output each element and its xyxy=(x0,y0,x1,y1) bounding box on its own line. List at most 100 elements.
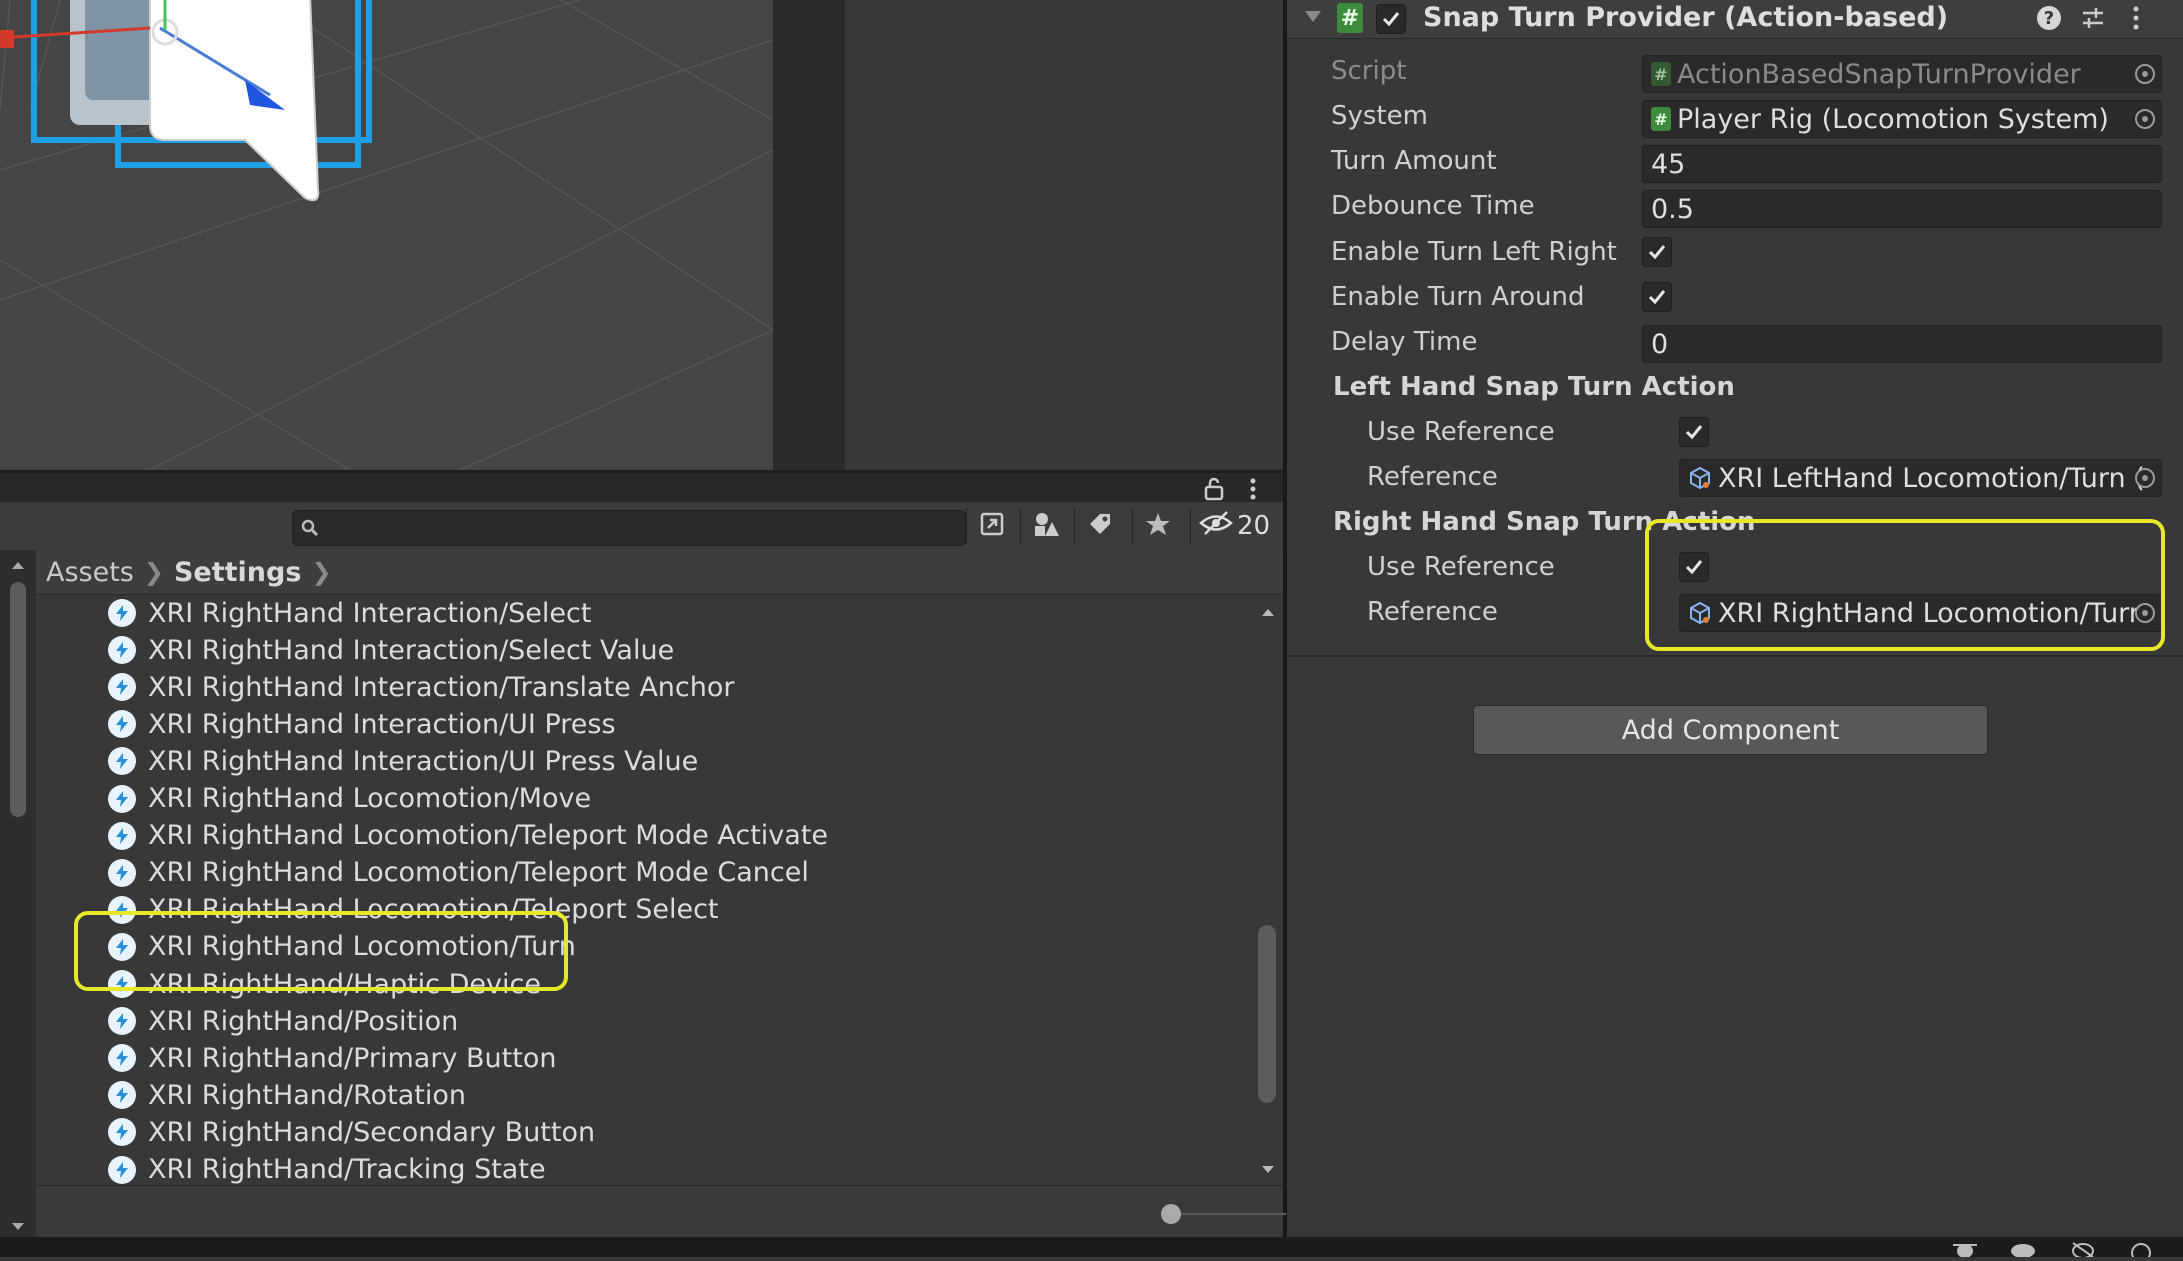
help-icon[interactable]: ? xyxy=(2037,6,2061,30)
search-icon xyxy=(301,519,319,541)
list-item[interactable]: XRI RightHand/Position xyxy=(108,1003,458,1039)
input-action-icon xyxy=(108,1007,136,1036)
list-item[interactable]: XRI RightHand Locomotion/Teleport Mode A… xyxy=(108,818,828,854)
system-field[interactable]: # Player Rig (Locomotion System) xyxy=(1642,100,2162,138)
checkmark-icon xyxy=(1382,12,1400,27)
list-item[interactable]: XRI RightHand Locomotion/Move xyxy=(108,781,591,817)
list-item-label: XRI RightHand Interaction/Translate Anch… xyxy=(148,671,735,703)
hidden-packages-toggle[interactable]: 20 xyxy=(1190,508,1282,544)
chevron-right-icon[interactable]: ❯ xyxy=(311,558,331,586)
list-item[interactable]: XRI RightHand/Tracking State xyxy=(108,1152,546,1185)
chevron-right-icon: ❯ xyxy=(143,558,164,586)
right-hand-section-label[interactable]: Right Hand Snap Turn Action xyxy=(1333,507,1755,537)
left-hand-section-label[interactable]: Left Hand Snap Turn Action xyxy=(1333,372,1735,402)
input-action-icon xyxy=(108,895,136,924)
list-item-label: XRI RightHand Locomotion/Teleport Select xyxy=(148,894,719,926)
list-item-label: XRI RightHand/Secondary Button xyxy=(148,1116,596,1148)
search-by-type-button[interactable] xyxy=(966,508,1017,544)
component-header[interactable]: # Snap Turn Provider (Action-based) ? xyxy=(1287,0,2183,39)
object-picker-icon[interactable] xyxy=(2135,109,2155,129)
script-hash-icon: # xyxy=(1651,107,1671,131)
input-action-icon xyxy=(108,1118,136,1147)
list-item[interactable]: XRI RightHand Interaction/Select xyxy=(108,595,591,631)
list-item-label: XRI RightHand Interaction/UI Press Value xyxy=(148,745,699,777)
folder-tree-scrollbar[interactable] xyxy=(0,550,36,1237)
foldout-arrow-icon[interactable] xyxy=(1303,8,1323,28)
breadcrumb-assets[interactable]: Assets xyxy=(46,557,134,588)
list-item[interactable]: XRI RightHand Interaction/Translate Anch… xyxy=(108,669,735,705)
list-item-label: XRI RightHand/Primary Button xyxy=(148,1042,557,1074)
list-item-label: XRI RightHand Locomotion/Turn xyxy=(148,931,576,963)
turn-amount-value: 45 xyxy=(1651,148,1686,180)
list-item-label: XRI RightHand/Haptic Device xyxy=(148,968,541,1000)
breadcrumb: Assets ❯ Settings ❯ xyxy=(36,550,1283,595)
favorites-button[interactable] xyxy=(1132,508,1183,544)
input-action-icon xyxy=(108,821,136,850)
icon-size-slider[interactable] xyxy=(1161,1204,1286,1224)
left-reference-field[interactable]: XRI LeftHand Locomotion/Turn ( xyxy=(1679,459,2162,497)
object-picker-icon[interactable] xyxy=(2135,603,2155,623)
list-item[interactable]: XRI RightHand/Haptic Device xyxy=(108,966,541,1002)
delay-time-field[interactable]: 0 xyxy=(1642,325,2162,363)
script-value: ActionBasedSnapTurnProvider xyxy=(1677,58,2081,90)
debounce-time-field[interactable]: 0.5 xyxy=(1642,190,2162,228)
component-enabled-checkbox[interactable] xyxy=(1376,4,1406,34)
search-field[interactable] xyxy=(292,510,966,546)
list-item[interactable]: XRI RightHand Locomotion/Turn xyxy=(108,929,576,965)
debounce-time-value: 0.5 xyxy=(1651,193,1694,225)
list-item[interactable]: XRI RightHand Locomotion/Teleport Mode C… xyxy=(108,855,809,891)
list-item[interactable]: XRI RightHand Interaction/UI Press xyxy=(108,706,616,742)
scroll-down-arrow-icon[interactable] xyxy=(1260,1161,1276,1180)
scene-view[interactable] xyxy=(0,0,773,470)
more-options-icon[interactable] xyxy=(2131,5,2141,35)
list-item-label: XRI RightHand Interaction/Select Value xyxy=(148,634,675,666)
enable-turn-around-checkbox[interactable] xyxy=(1642,282,1672,312)
enable-turn-left-right-checkbox[interactable] xyxy=(1642,237,1672,267)
list-item-label: XRI RightHand Locomotion/Teleport Mode A… xyxy=(148,820,829,852)
activity-icon[interactable] xyxy=(2126,1239,2156,1261)
search-input[interactable] xyxy=(323,513,957,543)
collab-icon[interactable] xyxy=(2068,1239,2098,1261)
list-item[interactable]: XRI RightHand/Secondary Button xyxy=(108,1114,595,1150)
right-reference-field[interactable]: XRI RightHand Locomotion/Turn xyxy=(1679,594,2162,632)
list-item[interactable]: XRI RightHand Interaction/UI Press Value xyxy=(108,743,698,779)
more-options-icon[interactable] xyxy=(1248,477,1258,505)
asset-list-scroll-thumb[interactable] xyxy=(1258,925,1276,1103)
cloud-icon[interactable] xyxy=(2008,1239,2038,1261)
input-action-icon xyxy=(108,858,136,887)
input-action-icon xyxy=(108,1044,136,1073)
add-component-button[interactable]: Add Component xyxy=(1473,705,1988,755)
scroll-up-arrow-icon[interactable] xyxy=(1260,603,1276,622)
scroll-up-arrow-icon[interactable] xyxy=(10,556,26,575)
project-tab-bar xyxy=(0,470,1283,505)
left-reference-label: Reference xyxy=(1367,462,1498,492)
right-use-reference-checkbox[interactable] xyxy=(1679,552,1709,582)
right-use-reference-label: Use Reference xyxy=(1367,552,1555,582)
list-item[interactable]: XRI RightHand/Rotation xyxy=(108,1077,466,1113)
list-item[interactable]: XRI RightHand Interaction/Select Value xyxy=(108,632,674,668)
breadcrumb-settings[interactable]: Settings xyxy=(174,557,301,588)
list-item[interactable]: XRI RightHand/Primary Button xyxy=(108,1040,556,1076)
delay-time-value: 0 xyxy=(1651,328,1669,360)
input-action-icon xyxy=(108,747,136,776)
object-picker-icon[interactable] xyxy=(2135,468,2155,488)
slider-knob[interactable] xyxy=(1161,1204,1181,1224)
checkmark-icon xyxy=(1685,425,1703,440)
script-hash-icon: # xyxy=(1337,3,1363,33)
asset-list: XRI RightHand Interaction/Select XRI Righ… xyxy=(36,595,1252,1185)
bug-icon[interactable] xyxy=(1950,1239,1980,1261)
enable-turn-left-right-label: Enable Turn Left Right xyxy=(1331,237,1617,267)
inspector-divider xyxy=(1287,655,2183,657)
filter-by-label-button[interactable] xyxy=(1074,508,1125,544)
folder-tree-scroll-thumb[interactable] xyxy=(10,582,26,817)
turn-amount-field[interactable]: 45 xyxy=(1642,145,2162,183)
left-use-reference-checkbox[interactable] xyxy=(1679,417,1709,447)
status-bar xyxy=(0,1237,2183,1261)
scroll-down-arrow-icon[interactable] xyxy=(10,1218,26,1237)
list-item[interactable]: XRI RightHand Locomotion/Teleport Select xyxy=(108,892,719,928)
presets-icon[interactable] xyxy=(2080,5,2106,35)
asset-list-scrollbar[interactable] xyxy=(1252,595,1283,1185)
open-window-icon xyxy=(979,511,1005,541)
filter-by-type-button[interactable] xyxy=(1020,508,1071,544)
lock-icon[interactable] xyxy=(1203,477,1225,505)
